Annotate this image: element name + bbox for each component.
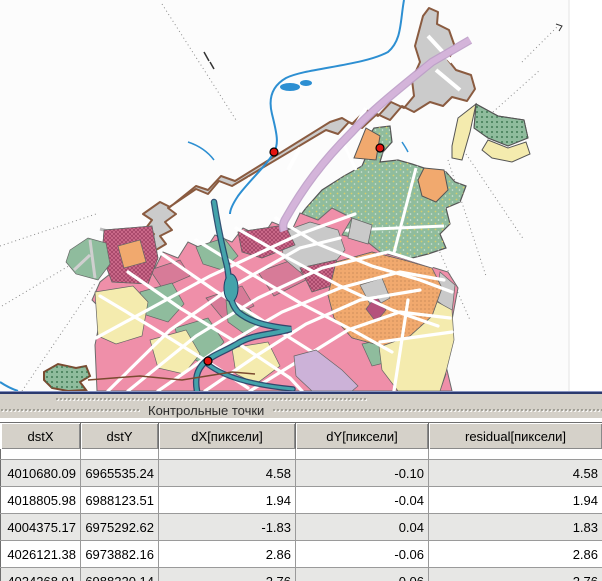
table-cell[interactable]: -0.10: [295, 459, 429, 487]
map-image: [0, 0, 602, 391]
control-points-table: dstX dstY dX[пиксели] dY[пиксели] residual[п…: [0, 422, 602, 581]
table-cell[interactable]: -0.04: [295, 486, 429, 514]
table-cell[interactable]: 6965535.24: [80, 459, 159, 487]
dock-title-bar: Контрольные точки: [0, 394, 602, 418]
dock-title-label: Контрольные точки: [148, 403, 265, 418]
table-cell[interactable]: 6973882.16: [80, 540, 159, 568]
table-cell[interactable]: 6988123.51: [80, 486, 159, 514]
table-cell[interactable]: 4024268.91: [0, 567, 81, 581]
table-cell[interactable]: -0.06: [295, 540, 429, 568]
control-point-marker[interactable]: [375, 143, 385, 153]
table-row[interactable]: 4018805.98 6988123.51 1.94 -0.04 1.94: [0, 486, 602, 514]
table-cell[interactable]: 0.06: [295, 567, 429, 581]
table-cell[interactable]: 2.86: [428, 540, 602, 568]
control-point-marker[interactable]: [203, 356, 213, 366]
table-row[interactable]: 4010680.09 6965535.24 4.58 -0.10 4.58: [0, 459, 602, 487]
table-cell[interactable]: 4026121.38: [0, 540, 81, 568]
table-row[interactable]: 4024268.91 6988220.14 -2.76 0.06 2.76: [0, 567, 602, 581]
column-header[interactable]: residual[пиксели]: [428, 422, 602, 449]
table-cell[interactable]: 4.58: [428, 459, 602, 487]
table-cell[interactable]: -2.76: [158, 567, 296, 581]
table-cell[interactable]: 2.76: [428, 567, 602, 581]
column-header[interactable]: dY[пиксели]: [295, 422, 429, 449]
control-point-marker[interactable]: [269, 147, 279, 157]
table-cell[interactable]: 4018805.98: [0, 486, 81, 514]
table-spacer-row: [0, 449, 602, 460]
table-cell[interactable]: 6975292.62: [80, 513, 159, 541]
table-cell[interactable]: 1.94: [428, 486, 602, 514]
control-points-table-wrap: dstX dstY dX[пиксели] dY[пиксели] residual[п…: [0, 418, 602, 581]
column-header[interactable]: dX[пиксели]: [158, 422, 296, 449]
map-canvas[interactable]: [0, 0, 602, 391]
table-cell[interactable]: 1.94: [158, 486, 296, 514]
table-cell[interactable]: 2.86: [158, 540, 296, 568]
table-cell[interactable]: 4010680.09: [0, 459, 81, 487]
dock-grip-right[interactable]: [272, 408, 602, 413]
table-row[interactable]: 4004375.17 6975292.62 -1.83 0.04 1.83: [0, 513, 602, 541]
table-row[interactable]: 4026121.38 6973882.16 2.86 -0.06 2.86: [0, 540, 602, 568]
dock-grip-left[interactable]: [0, 408, 140, 413]
column-header[interactable]: dstY: [80, 422, 159, 449]
table-cell[interactable]: 1.83: [428, 513, 602, 541]
table-cell[interactable]: 4004375.17: [0, 513, 81, 541]
table-cell[interactable]: 0.04: [295, 513, 429, 541]
georeferencer-window: Контрольные точки dstX dstY dX[пиксели] dY[…: [0, 0, 602, 581]
dock-grip-handle[interactable]: [55, 397, 367, 402]
table-cell[interactable]: 4.58: [158, 459, 296, 487]
column-header[interactable]: dstX: [0, 422, 81, 449]
table-cell[interactable]: -1.83: [158, 513, 296, 541]
table-cell[interactable]: 6988220.14: [80, 567, 159, 581]
